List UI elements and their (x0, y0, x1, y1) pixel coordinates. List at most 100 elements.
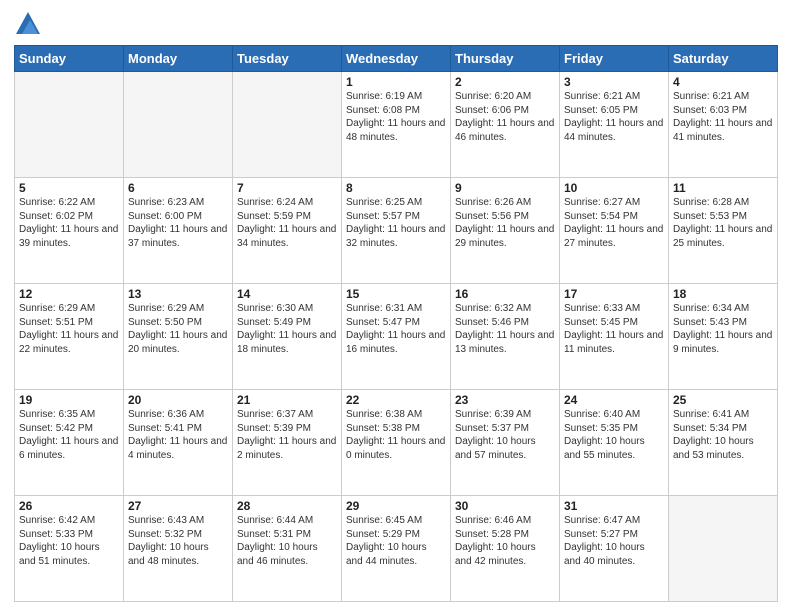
calendar-cell: 20Sunrise: 6:36 AM Sunset: 5:41 PM Dayli… (124, 390, 233, 496)
calendar-cell: 31Sunrise: 6:47 AM Sunset: 5:27 PM Dayli… (560, 496, 669, 602)
calendar-cell: 4Sunrise: 6:21 AM Sunset: 6:03 PM Daylig… (669, 72, 778, 178)
calendar-cell: 1Sunrise: 6:19 AM Sunset: 6:08 PM Daylig… (342, 72, 451, 178)
calendar-week-4: 26Sunrise: 6:42 AM Sunset: 5:33 PM Dayli… (15, 496, 778, 602)
day-number: 18 (673, 287, 773, 301)
day-info: Sunrise: 6:32 AM Sunset: 5:46 PM Dayligh… (455, 302, 555, 356)
calendar-cell: 10Sunrise: 6:27 AM Sunset: 5:54 PM Dayli… (560, 178, 669, 284)
day-number: 17 (564, 287, 664, 301)
calendar-cell: 14Sunrise: 6:30 AM Sunset: 5:49 PM Dayli… (233, 284, 342, 390)
calendar-cell: 8Sunrise: 6:25 AM Sunset: 5:57 PM Daylig… (342, 178, 451, 284)
calendar-header-wednesday: Wednesday (342, 46, 451, 72)
page: SundayMondayTuesdayWednesdayThursdayFrid… (0, 0, 792, 612)
logo-icon (16, 12, 40, 34)
calendar-week-1: 5Sunrise: 6:22 AM Sunset: 6:02 PM Daylig… (15, 178, 778, 284)
calendar-cell (15, 72, 124, 178)
day-number: 24 (564, 393, 664, 407)
day-number: 30 (455, 499, 555, 513)
day-info: Sunrise: 6:46 AM Sunset: 5:28 PM Dayligh… (455, 514, 555, 568)
day-info: Sunrise: 6:44 AM Sunset: 5:31 PM Dayligh… (237, 514, 337, 568)
day-number: 1 (346, 75, 446, 89)
day-number: 6 (128, 181, 228, 195)
day-number: 15 (346, 287, 446, 301)
calendar-cell (669, 496, 778, 602)
day-number: 23 (455, 393, 555, 407)
header (14, 10, 778, 39)
calendar-cell: 2Sunrise: 6:20 AM Sunset: 6:06 PM Daylig… (451, 72, 560, 178)
calendar-cell: 18Sunrise: 6:34 AM Sunset: 5:43 PM Dayli… (669, 284, 778, 390)
calendar-cell: 6Sunrise: 6:23 AM Sunset: 6:00 PM Daylig… (124, 178, 233, 284)
day-info: Sunrise: 6:40 AM Sunset: 5:35 PM Dayligh… (564, 408, 664, 462)
calendar-cell: 17Sunrise: 6:33 AM Sunset: 5:45 PM Dayli… (560, 284, 669, 390)
calendar-header-tuesday: Tuesday (233, 46, 342, 72)
day-info: Sunrise: 6:19 AM Sunset: 6:08 PM Dayligh… (346, 90, 446, 144)
day-info: Sunrise: 6:31 AM Sunset: 5:47 PM Dayligh… (346, 302, 446, 356)
calendar-cell: 15Sunrise: 6:31 AM Sunset: 5:47 PM Dayli… (342, 284, 451, 390)
day-info: Sunrise: 6:37 AM Sunset: 5:39 PM Dayligh… (237, 408, 337, 462)
day-number: 12 (19, 287, 119, 301)
calendar-cell: 11Sunrise: 6:28 AM Sunset: 5:53 PM Dayli… (669, 178, 778, 284)
day-info: Sunrise: 6:24 AM Sunset: 5:59 PM Dayligh… (237, 196, 337, 250)
day-number: 26 (19, 499, 119, 513)
calendar-cell (124, 72, 233, 178)
day-number: 2 (455, 75, 555, 89)
calendar-cell: 3Sunrise: 6:21 AM Sunset: 6:05 PM Daylig… (560, 72, 669, 178)
calendar-header-monday: Monday (124, 46, 233, 72)
day-number: 10 (564, 181, 664, 195)
day-number: 9 (455, 181, 555, 195)
calendar-cell: 28Sunrise: 6:44 AM Sunset: 5:31 PM Dayli… (233, 496, 342, 602)
calendar-header-row: SundayMondayTuesdayWednesdayThursdayFrid… (15, 46, 778, 72)
calendar-cell (233, 72, 342, 178)
day-number: 19 (19, 393, 119, 407)
day-number: 20 (128, 393, 228, 407)
day-info: Sunrise: 6:29 AM Sunset: 5:51 PM Dayligh… (19, 302, 119, 356)
day-info: Sunrise: 6:41 AM Sunset: 5:34 PM Dayligh… (673, 408, 773, 462)
calendar-cell: 5Sunrise: 6:22 AM Sunset: 6:02 PM Daylig… (15, 178, 124, 284)
day-info: Sunrise: 6:38 AM Sunset: 5:38 PM Dayligh… (346, 408, 446, 462)
day-number: 21 (237, 393, 337, 407)
day-number: 4 (673, 75, 773, 89)
day-number: 28 (237, 499, 337, 513)
day-number: 8 (346, 181, 446, 195)
calendar-header-sunday: Sunday (15, 46, 124, 72)
calendar-cell: 9Sunrise: 6:26 AM Sunset: 5:56 PM Daylig… (451, 178, 560, 284)
day-info: Sunrise: 6:33 AM Sunset: 5:45 PM Dayligh… (564, 302, 664, 356)
day-info: Sunrise: 6:27 AM Sunset: 5:54 PM Dayligh… (564, 196, 664, 250)
calendar-cell: 29Sunrise: 6:45 AM Sunset: 5:29 PM Dayli… (342, 496, 451, 602)
day-number: 22 (346, 393, 446, 407)
day-number: 25 (673, 393, 773, 407)
day-info: Sunrise: 6:29 AM Sunset: 5:50 PM Dayligh… (128, 302, 228, 356)
day-number: 11 (673, 181, 773, 195)
day-info: Sunrise: 6:36 AM Sunset: 5:41 PM Dayligh… (128, 408, 228, 462)
calendar-cell: 23Sunrise: 6:39 AM Sunset: 5:37 PM Dayli… (451, 390, 560, 496)
calendar-cell: 12Sunrise: 6:29 AM Sunset: 5:51 PM Dayli… (15, 284, 124, 390)
calendar-cell: 13Sunrise: 6:29 AM Sunset: 5:50 PM Dayli… (124, 284, 233, 390)
calendar-table: SundayMondayTuesdayWednesdayThursdayFrid… (14, 45, 778, 602)
day-number: 27 (128, 499, 228, 513)
day-info: Sunrise: 6:21 AM Sunset: 6:05 PM Dayligh… (564, 90, 664, 144)
day-info: Sunrise: 6:21 AM Sunset: 6:03 PM Dayligh… (673, 90, 773, 144)
calendar-week-2: 12Sunrise: 6:29 AM Sunset: 5:51 PM Dayli… (15, 284, 778, 390)
calendar-cell: 24Sunrise: 6:40 AM Sunset: 5:35 PM Dayli… (560, 390, 669, 496)
calendar-week-3: 19Sunrise: 6:35 AM Sunset: 5:42 PM Dayli… (15, 390, 778, 496)
day-info: Sunrise: 6:28 AM Sunset: 5:53 PM Dayligh… (673, 196, 773, 250)
calendar-cell: 16Sunrise: 6:32 AM Sunset: 5:46 PM Dayli… (451, 284, 560, 390)
calendar-cell: 30Sunrise: 6:46 AM Sunset: 5:28 PM Dayli… (451, 496, 560, 602)
day-number: 3 (564, 75, 664, 89)
day-number: 31 (564, 499, 664, 513)
day-info: Sunrise: 6:30 AM Sunset: 5:49 PM Dayligh… (237, 302, 337, 356)
day-number: 7 (237, 181, 337, 195)
calendar-header-saturday: Saturday (669, 46, 778, 72)
calendar-header-thursday: Thursday (451, 46, 560, 72)
calendar-cell: 26Sunrise: 6:42 AM Sunset: 5:33 PM Dayli… (15, 496, 124, 602)
day-info: Sunrise: 6:23 AM Sunset: 6:00 PM Dayligh… (128, 196, 228, 250)
day-info: Sunrise: 6:22 AM Sunset: 6:02 PM Dayligh… (19, 196, 119, 250)
day-info: Sunrise: 6:25 AM Sunset: 5:57 PM Dayligh… (346, 196, 446, 250)
calendar-week-0: 1Sunrise: 6:19 AM Sunset: 6:08 PM Daylig… (15, 72, 778, 178)
calendar-cell: 22Sunrise: 6:38 AM Sunset: 5:38 PM Dayli… (342, 390, 451, 496)
day-info: Sunrise: 6:20 AM Sunset: 6:06 PM Dayligh… (455, 90, 555, 144)
day-info: Sunrise: 6:45 AM Sunset: 5:29 PM Dayligh… (346, 514, 446, 568)
day-number: 16 (455, 287, 555, 301)
day-info: Sunrise: 6:39 AM Sunset: 5:37 PM Dayligh… (455, 408, 555, 462)
day-info: Sunrise: 6:35 AM Sunset: 5:42 PM Dayligh… (19, 408, 119, 462)
calendar-cell: 21Sunrise: 6:37 AM Sunset: 5:39 PM Dayli… (233, 390, 342, 496)
